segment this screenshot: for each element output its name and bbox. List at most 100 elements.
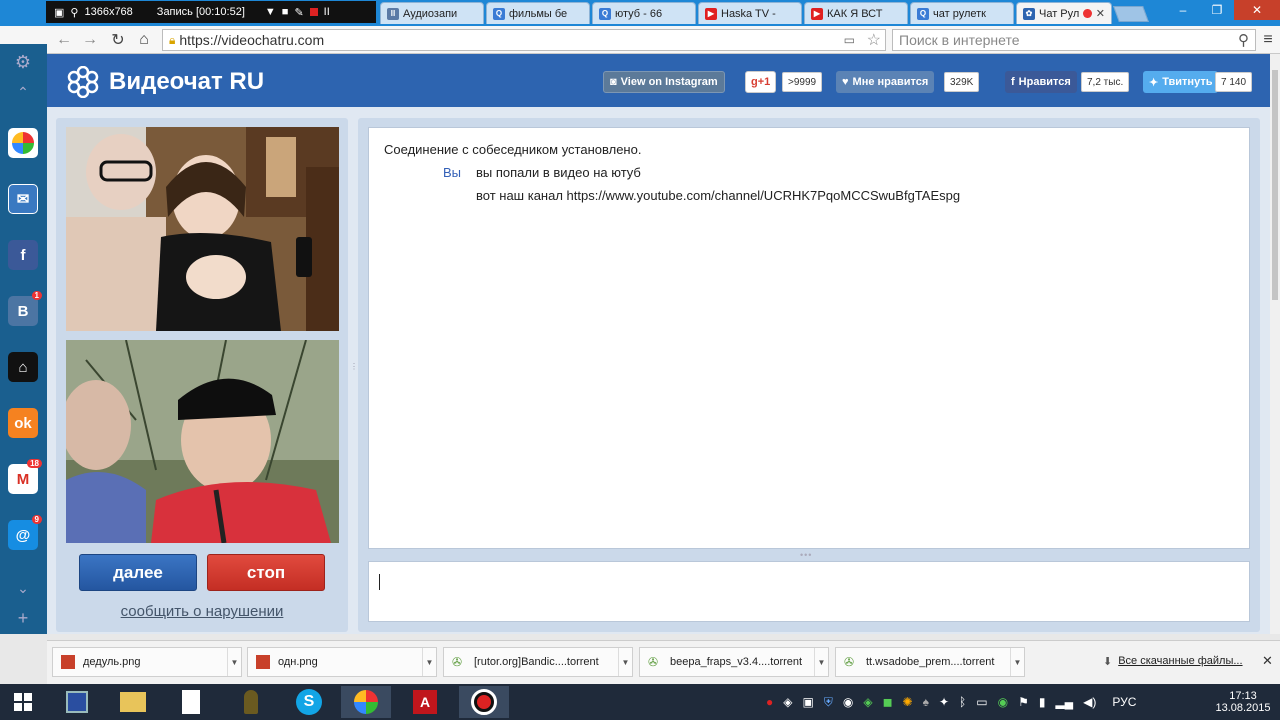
mailru-agent-icon[interactable]: ⌂ — [8, 352, 38, 382]
tweet-button[interactable]: ✦ Твитнуть — [1143, 71, 1219, 93]
search-icon[interactable]: ⚲ — [1238, 31, 1249, 49]
page-scrollbar[interactable] — [1270, 54, 1280, 634]
tray-app-icon[interactable]: ♠ — [923, 695, 929, 709]
pause-icon[interactable]: II — [324, 6, 330, 18]
report-violation-link[interactable]: сообщить о нарушении — [56, 603, 348, 620]
facebook-icon[interactable]: f — [8, 240, 38, 270]
mail-envelope-icon[interactable]: ✉ — [8, 184, 38, 214]
like-button[interactable]: ♥ Мне нравится — [836, 71, 935, 93]
chevron-down-icon[interactable]: ▼ — [422, 648, 436, 676]
sidebar-app-icon[interactable] — [8, 128, 38, 158]
tab-videochat-active[interactable]: ✿ Чат Рул ✕ — [1016, 2, 1112, 24]
save-floppy-icon[interactable] — [52, 686, 102, 718]
mailru-icon[interactable]: @9 — [8, 515, 42, 550]
tab-label: Чат Рул — [1039, 7, 1080, 20]
window-controls: – ❐ ✕ — [1166, 0, 1280, 20]
download-item[interactable]: ✇ beepa_fraps_v3.4....torrent ▼ — [639, 647, 829, 677]
vk-badge: 1 — [31, 291, 42, 300]
address-bar[interactable]: 🔒︎ https://videochatru.com ▭ ☆ — [162, 29, 886, 51]
tab-audio[interactable]: II Аудиозапи — [380, 2, 484, 24]
tray-app-icon[interactable]: ◈ — [783, 695, 792, 709]
recorder-bar[interactable]: ▣ ⚲ 1366x768 Запись [00:10:52] ▼ ■ ✎ II — [46, 1, 376, 23]
close-downloads-icon[interactable]: ✕ — [1262, 653, 1273, 669]
recorder-taskbar-icon[interactable] — [459, 686, 509, 718]
file-explorer-icon[interactable] — [108, 686, 158, 718]
dropdown-icon[interactable]: ▼ — [265, 6, 276, 18]
battery-icon[interactable]: ▮ — [1039, 695, 1046, 709]
shield-icon[interactable]: ⛨ — [824, 695, 833, 710]
tray-app-icon[interactable]: ▭ — [976, 695, 987, 709]
clock[interactable]: 17:13 13.08.2015 — [1214, 684, 1272, 720]
gplus-button[interactable]: g+1 — [745, 71, 777, 93]
bluetooth-icon[interactable]: ᛒ — [959, 695, 966, 709]
tray-app-icon[interactable]: ◉ — [843, 695, 853, 709]
forward-arrow-icon[interactable]: → — [80, 30, 100, 50]
odnoklassniki-icon[interactable]: ok — [8, 408, 38, 438]
reload-icon[interactable]: ↻ — [108, 30, 128, 50]
tab-kak-ya[interactable]: ▶ КАК Я ВСТ — [804, 2, 908, 24]
tray-app-icon[interactable]: ◉ — [998, 695, 1008, 709]
instagram-button[interactable]: ◙ View on Instagram — [603, 71, 725, 93]
chevron-down-icon[interactable]: ⌄ — [12, 580, 34, 597]
language-indicator[interactable]: РУС — [1112, 695, 1136, 709]
close-window-icon[interactable]: ✕ — [1234, 0, 1280, 20]
download-item[interactable]: ✇ [rutor.org]Bandic....torrent ▼ — [443, 647, 633, 677]
chevron-up-icon[interactable]: ⌃ — [12, 84, 34, 101]
chevron-down-icon[interactable]: ▼ — [814, 648, 828, 676]
close-tab-icon[interactable]: ✕ — [1096, 7, 1105, 20]
home-icon[interactable]: ⌂ — [134, 30, 154, 50]
browser-taskbar-icon[interactable] — [341, 686, 391, 718]
tab-films[interactable]: Q фильмы бе — [486, 2, 590, 24]
chevron-down-icon[interactable]: ▼ — [618, 648, 632, 676]
download-item[interactable]: одн.png ▼ — [247, 647, 437, 677]
chat-message-input[interactable] — [368, 561, 1250, 622]
maximize-icon[interactable]: ❐ — [1200, 0, 1234, 20]
stop-button[interactable]: стоп — [207, 554, 325, 591]
all-downloads-link[interactable]: ⬇ Все скачанные файлы... — [1103, 655, 1243, 668]
download-filename: [rutor.org]Bandic....torrent — [474, 656, 599, 668]
search-input[interactable]: Поиск в интернете ⚲ — [892, 29, 1256, 51]
splitter-handle-icon[interactable]: ••• — [800, 550, 812, 560]
skype-icon[interactable]: S — [284, 686, 334, 718]
tray-app-icon[interactable]: ✦ — [939, 695, 949, 709]
network-icon[interactable]: ▂▄ — [1055, 695, 1073, 709]
tray-app-icon[interactable]: ✺ — [903, 695, 913, 709]
menu-icon[interactable]: ≡ — [1258, 30, 1278, 50]
site-logo[interactable]: Видеочат RU — [67, 66, 264, 98]
chevron-down-icon[interactable]: ▼ — [227, 648, 241, 676]
download-item[interactable]: ✇ tt.wsadobe_prem....torrent ▼ — [835, 647, 1025, 677]
tab-label: Аудиозапи — [403, 7, 458, 20]
resize-handle-icon[interactable]: ⋮ — [350, 363, 358, 382]
gmail-badge: 18 — [27, 459, 42, 468]
new-tab-button[interactable] — [1113, 6, 1149, 22]
blank-document-icon[interactable] — [166, 686, 216, 718]
tab-haska-tv[interactable]: ▶ Haska TV - — [698, 2, 802, 24]
volume-icon[interactable]: ◀) — [1083, 695, 1096, 709]
facebook-like-button[interactable]: f Нравится — [1005, 71, 1077, 93]
minimize-icon[interactable]: – — [1166, 0, 1200, 20]
adobe-icon[interactable]: A — [400, 686, 450, 718]
chevron-down-icon[interactable]: ▼ — [1010, 648, 1024, 676]
tray-app-icon[interactable]: ▣ — [802, 695, 813, 709]
windows-start-icon[interactable] — [0, 686, 46, 718]
camera-access-icon[interactable]: ▭ — [844, 33, 855, 47]
next-button[interactable]: далее — [79, 554, 197, 591]
youtube-icon: ▶ — [811, 7, 823, 20]
gmail-icon[interactable]: M 18 — [8, 459, 42, 494]
tray-app-icon[interactable]: ◈ — [863, 695, 872, 709]
scrollbar-thumb[interactable] — [1272, 70, 1278, 300]
pencil-icon[interactable]: ✎ — [294, 6, 303, 19]
app-character-icon[interactable] — [226, 686, 276, 718]
tray-app-icon[interactable]: ⚑ — [1018, 695, 1029, 709]
vk-icon[interactable]: В1 — [8, 291, 42, 326]
download-item[interactable]: дедуль.png ▼ — [52, 647, 242, 677]
add-icon[interactable]: + — [12, 608, 34, 629]
gear-icon[interactable]: ⚙ — [12, 52, 34, 74]
screenshot-icon[interactable]: ■ — [282, 6, 289, 18]
tab-chat-roulette[interactable]: Q чат рулетк — [910, 2, 1014, 24]
back-arrow-icon[interactable]: ← — [54, 30, 74, 50]
record-tray-icon[interactable]: ● — [766, 695, 773, 709]
tray-app-icon[interactable]: ◼ — [883, 695, 893, 709]
tab-youtube-search[interactable]: Q ютуб - 66 — [592, 2, 696, 24]
bookmark-star-icon[interactable]: ☆ — [867, 30, 881, 50]
